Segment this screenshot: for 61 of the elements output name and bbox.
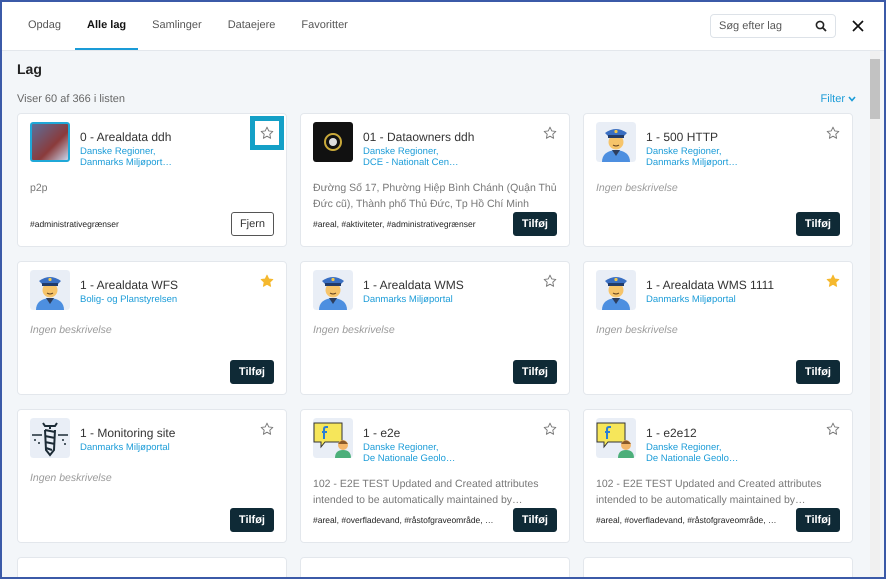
- layer-title[interactable]: 1 - Arealdata WMS: [363, 278, 531, 292]
- layer-title[interactable]: 01 - Dataowners ddh: [363, 130, 531, 144]
- tag-list: #administrativegrænser: [30, 219, 119, 229]
- layer-title[interactable]: 1 - e2e: [363, 426, 531, 440]
- layer-description: Ingen beskrivelse: [30, 323, 113, 338]
- tab[interactable]: Dataejere: [216, 2, 288, 50]
- close-icon[interactable]: [852, 20, 864, 32]
- add-button[interactable]: Tilføj: [796, 212, 840, 236]
- layer-description: Ingen beskrivelse: [313, 323, 396, 338]
- star-icon[interactable]: [543, 422, 557, 436]
- layer-title[interactable]: 1 - 500 HTTP: [646, 130, 814, 144]
- layer-description: Ingen beskrivelse: [596, 181, 679, 196]
- star-icon[interactable]: [260, 274, 274, 288]
- layer-description: 102 - E2E TEST Updated and Created attributes intended to be automatically maintained by…: [596, 477, 822, 508]
- star-icon[interactable]: [543, 126, 557, 140]
- star-icon[interactable]: [543, 274, 557, 288]
- add-button[interactable]: Tilføj: [796, 508, 840, 532]
- remove-button[interactable]: Fjern: [230, 212, 274, 236]
- layer-title[interactable]: 1 - e2e12: [646, 426, 814, 440]
- tag-list: #areal, #overfladevand, #råstofgraveområde, …: [313, 515, 494, 525]
- star-icon[interactable]: [260, 422, 274, 436]
- search-field[interactable]: Søg efter lag: [710, 14, 836, 38]
- police-officer-icon: [30, 270, 70, 310]
- tab[interactable]: Alle lag: [75, 2, 138, 50]
- add-button[interactable]: Tilføj: [796, 360, 840, 384]
- layer-description: 102 - E2E TEST Updated and Created attributes intended to be automatically maintained by…: [313, 477, 540, 508]
- search-icon: [815, 20, 827, 32]
- add-button[interactable]: Tilføj: [512, 508, 557, 532]
- star-icon[interactable]: [826, 274, 840, 288]
- add-button[interactable]: Tilføj: [512, 212, 557, 236]
- photo-placeholder: [30, 122, 70, 162]
- logo-icon: [313, 122, 353, 162]
- layer-description: p2p: [30, 181, 49, 196]
- add-button[interactable]: Tilføj: [230, 360, 274, 384]
- chevron-down-icon: [848, 96, 856, 102]
- layer-title[interactable]: 1 - Arealdata WFS: [80, 278, 248, 292]
- scrollbar[interactable]: [870, 51, 880, 577]
- drill-bit-icon: [30, 418, 70, 458]
- layer-title[interactable]: 0 - Arealdata ddh: [80, 130, 248, 144]
- star-icon[interactable]: [260, 126, 274, 140]
- tab[interactable]: Favoritter: [289, 2, 360, 50]
- add-button[interactable]: Tilføj: [230, 508, 274, 532]
- tab[interactable]: Samlinger: [140, 2, 214, 50]
- layer-title[interactable]: 1 - Arealdata WMS 1111: [646, 278, 814, 292]
- police-officer-icon: [596, 270, 636, 310]
- result-count: Viser 60 af 366 i listen: [17, 93, 126, 105]
- layer-description: Đường Số 17, Phường Hiệp Bình Chánh (Quận Thủ Đức cũ), Thành phố Thủ Đức, Tp Hồ Chí Minh: [313, 181, 557, 212]
- tag-list: #areal, #aktiviteter, #administrativegrænser: [313, 219, 476, 229]
- police-officer-icon: [313, 270, 353, 310]
- chat-bubble-person-icon: [596, 418, 636, 458]
- section-title: Lag: [17, 61, 43, 77]
- layer-description: Ingen beskrivelse: [30, 471, 113, 486]
- tab[interactable]: Opdag: [16, 2, 74, 50]
- add-button[interactable]: Tilføj: [512, 360, 557, 384]
- layer-description: Ingen beskrivelse: [596, 323, 679, 338]
- chat-bubble-person-icon: [313, 418, 353, 458]
- police-officer-icon: [596, 122, 636, 162]
- star-icon[interactable]: [826, 422, 840, 436]
- layer-title[interactable]: 1 - Monitoring site: [80, 426, 248, 440]
- star-icon[interactable]: [826, 126, 840, 140]
- tag-list: #areal, #overfladevand, #råstofgraveområde, …: [596, 515, 776, 525]
